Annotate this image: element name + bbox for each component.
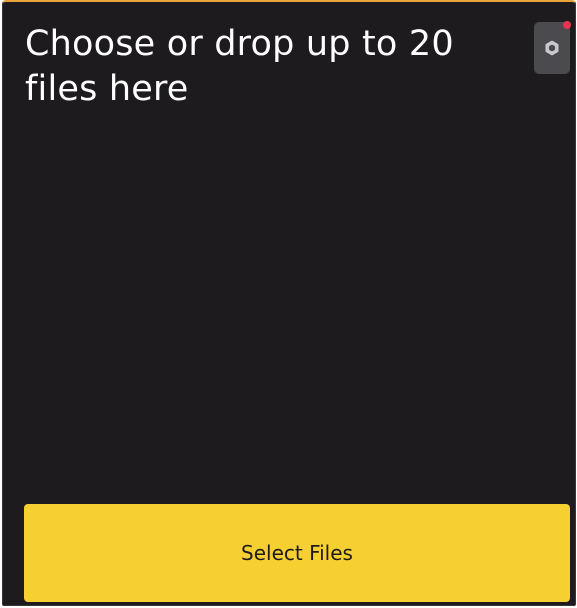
select-files-button[interactable]: Select Files (24, 504, 570, 602)
notification-dot (563, 21, 571, 29)
upload-window: Choose or drop up to 20 files here Selec… (0, 0, 577, 608)
gear-icon (545, 40, 559, 56)
settings-button[interactable] (534, 21, 571, 74)
file-dropzone[interactable]: Choose or drop up to 20 files here Selec… (2, 0, 576, 606)
dropzone-title: Choose or drop up to 20 files here (25, 24, 454, 109)
